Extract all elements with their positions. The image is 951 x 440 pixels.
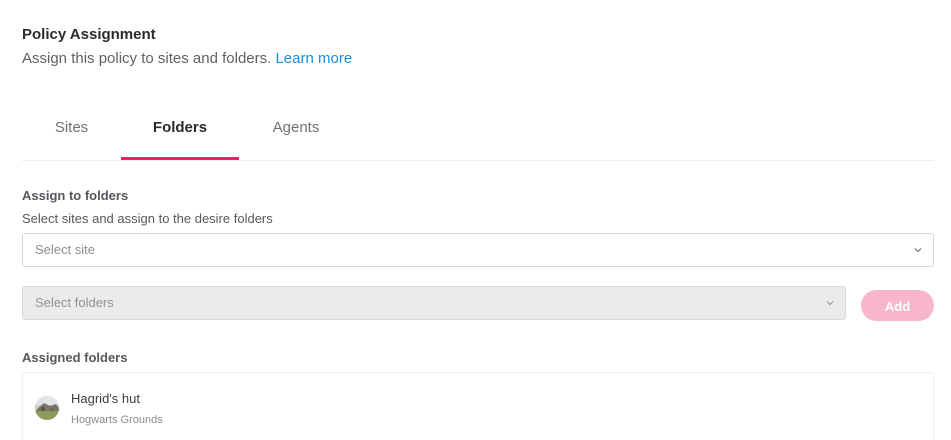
- add-button[interactable]: Add: [861, 290, 934, 321]
- page-subtitle: Assign this policy to sites and folders.…: [22, 50, 352, 67]
- folder-thumbnail-icon: [35, 396, 59, 420]
- assigned-folders-heading: Assigned folders: [22, 350, 128, 365]
- active-tab-indicator: [121, 157, 239, 160]
- select-site-dropdown[interactable]: Select site: [22, 233, 934, 267]
- tab-agents-label: Agents: [272, 119, 320, 136]
- select-folders-placeholder: Select folders: [35, 295, 114, 310]
- assign-description: Select sites and assign to the desire fo…: [22, 211, 273, 226]
- page-title: Policy Assignment: [22, 26, 156, 43]
- tab-folders[interactable]: Folders: [121, 100, 239, 160]
- folder-site-name: Hogwarts Grounds: [71, 414, 163, 426]
- policy-assignment-page: Policy Assignment Assign this policy to …: [0, 0, 951, 440]
- subtitle-text: Assign this policy to sites and folders.: [22, 50, 276, 67]
- folder-name: Hagrid's hut: [71, 391, 140, 406]
- select-site-placeholder: Select site: [35, 242, 95, 257]
- learn-more-link[interactable]: Learn more: [275, 50, 352, 67]
- assign-to-folders-heading: Assign to folders: [22, 188, 129, 203]
- chevron-down-icon: [914, 248, 922, 253]
- list-item[interactable]: Hagrid's hut Hogwarts Grounds: [22, 372, 934, 440]
- tab-sites-label: Sites: [54, 119, 89, 136]
- tab-agents[interactable]: Agents: [252, 100, 340, 160]
- chevron-down-icon: [826, 301, 834, 306]
- tab-folders-label: Folders: [152, 119, 208, 136]
- tab-bar: Sites Folders Agents: [22, 100, 934, 161]
- select-folders-dropdown[interactable]: Select folders: [22, 286, 846, 320]
- tab-sites[interactable]: Sites: [22, 100, 121, 160]
